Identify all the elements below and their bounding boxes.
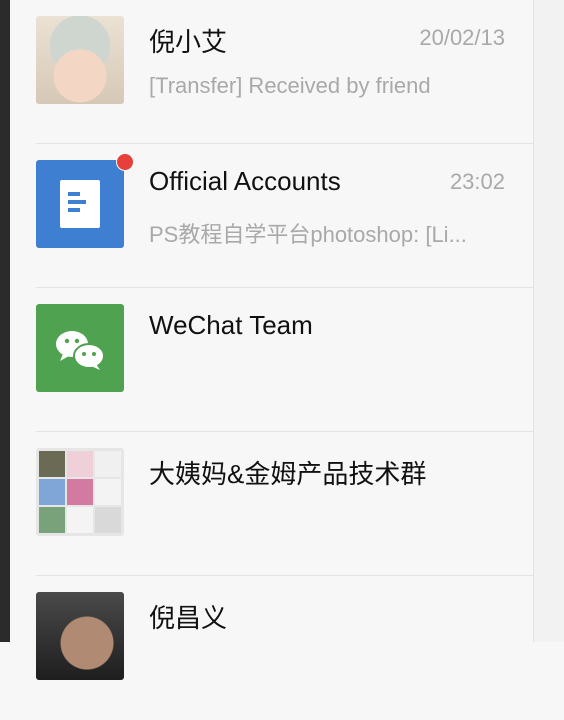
chat-time: 20/02/13 [419,25,505,50]
chat-item-wechat-team[interactable]: WeChat Team [10,288,533,432]
chat-name: 倪小艾 [149,27,228,57]
document-icon [60,180,100,228]
scroll-gutter[interactable] [533,0,564,642]
chat-time: 23:02 [449,169,505,194]
chat-name: 大姨妈&金姆产品技术群 [149,459,427,489]
wechat-bubbles-icon [56,331,105,370]
chat-item-official-accounts[interactable]: Official Accounts 23:02 PS教程自学平台photosho… [10,144,533,288]
child-photo-avatar [36,16,124,104]
unread-badge-dot [116,153,134,171]
chat-name: 倪昌义 [149,603,228,633]
chat-list: 倪小艾 20/02/13 [Transfer] Received by frie… [10,0,533,680]
chat-preview: [Transfer] Received by friend [149,73,431,98]
chat-name: WeChat Team [149,310,313,340]
sidebar-edge [0,0,10,642]
chat-preview: PS教程自学平台photoshop: [Li... [149,222,467,247]
man-photo-avatar [36,592,124,680]
group-avatar-grid [36,448,124,536]
chat-item-ni-changyi[interactable]: 倪昌义 [10,576,533,720]
chat-item-ni-xiaoai[interactable]: 倪小艾 20/02/13 [Transfer] Received by frie… [10,0,533,144]
official-accounts-icon [36,160,124,248]
chat-item-group[interactable]: 大姨妈&金姆产品技术群 [10,432,533,576]
wechat-logo-icon [36,304,124,392]
chat-name: Official Accounts [149,166,341,196]
